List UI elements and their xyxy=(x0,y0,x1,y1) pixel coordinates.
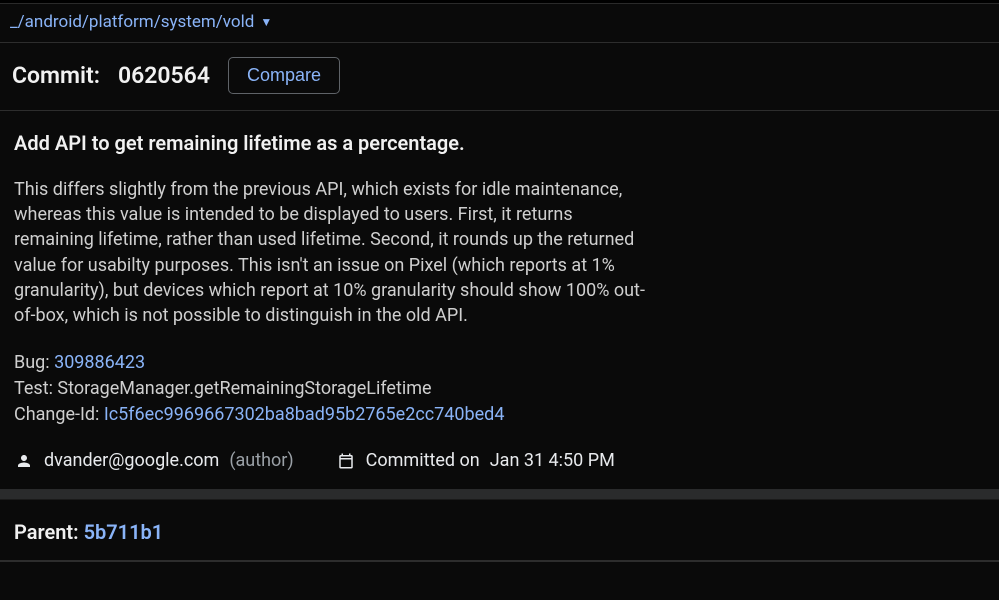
compare-button[interactable]: Compare xyxy=(228,57,340,94)
commit-title: Add API to get remaining lifetime as a p… xyxy=(14,131,985,155)
calendar-icon xyxy=(336,451,356,471)
author-row: dvander@google.com (author) Committed on… xyxy=(0,446,999,489)
test-line: Test: StorageManager.getRemainingStorage… xyxy=(14,376,985,402)
commit-message: Add API to get remaining lifetime as a p… xyxy=(0,111,999,446)
committed-label: Committed on xyxy=(366,450,480,471)
breadcrumb-text: _/android/platform/system/vold xyxy=(10,12,254,32)
committed-date: Jan 31 4:50 PM xyxy=(490,450,615,471)
commit-body: This differs slightly from the previous … xyxy=(14,177,654,328)
breadcrumb-path-link[interactable]: _/android/platform/system/vold ▼ xyxy=(10,12,272,32)
author-role: (author) xyxy=(229,450,293,471)
parent-hash-link[interactable]: 5b711b1 xyxy=(84,520,164,544)
bug-label: Bug: xyxy=(14,352,54,373)
commit-header: Commit: 0620564 Compare xyxy=(0,43,999,111)
commit-label: Commit: xyxy=(12,62,100,89)
changeid-link[interactable]: Ic5f6ec9969667302ba8bad95b2765e2cc740bed… xyxy=(104,404,505,425)
person-icon xyxy=(14,451,34,471)
test-label: Test: xyxy=(14,378,57,399)
commit-trailers: Bug: 309886423 Test: StorageManager.getR… xyxy=(14,350,985,428)
changeid-line: Change-Id: Ic5f6ec9969667302ba8bad95b276… xyxy=(14,402,985,428)
bug-line: Bug: 309886423 xyxy=(14,350,985,376)
section-divider xyxy=(0,489,999,499)
bottom-divider xyxy=(0,560,999,562)
commit-hash: 0620564 xyxy=(118,62,210,89)
changeid-label: Change-Id: xyxy=(14,404,104,425)
author-email: dvander@google.com xyxy=(44,450,219,471)
bug-link[interactable]: 309886423 xyxy=(54,352,145,373)
test-value: StorageManager.getRemainingStorageLifeti… xyxy=(57,378,431,399)
parent-row: Parent: 5b711b1 xyxy=(0,499,999,554)
parent-label: Parent: xyxy=(14,520,79,544)
chevron-down-icon: ▼ xyxy=(260,15,272,29)
breadcrumb-bar: _/android/platform/system/vold ▼ xyxy=(0,4,999,43)
